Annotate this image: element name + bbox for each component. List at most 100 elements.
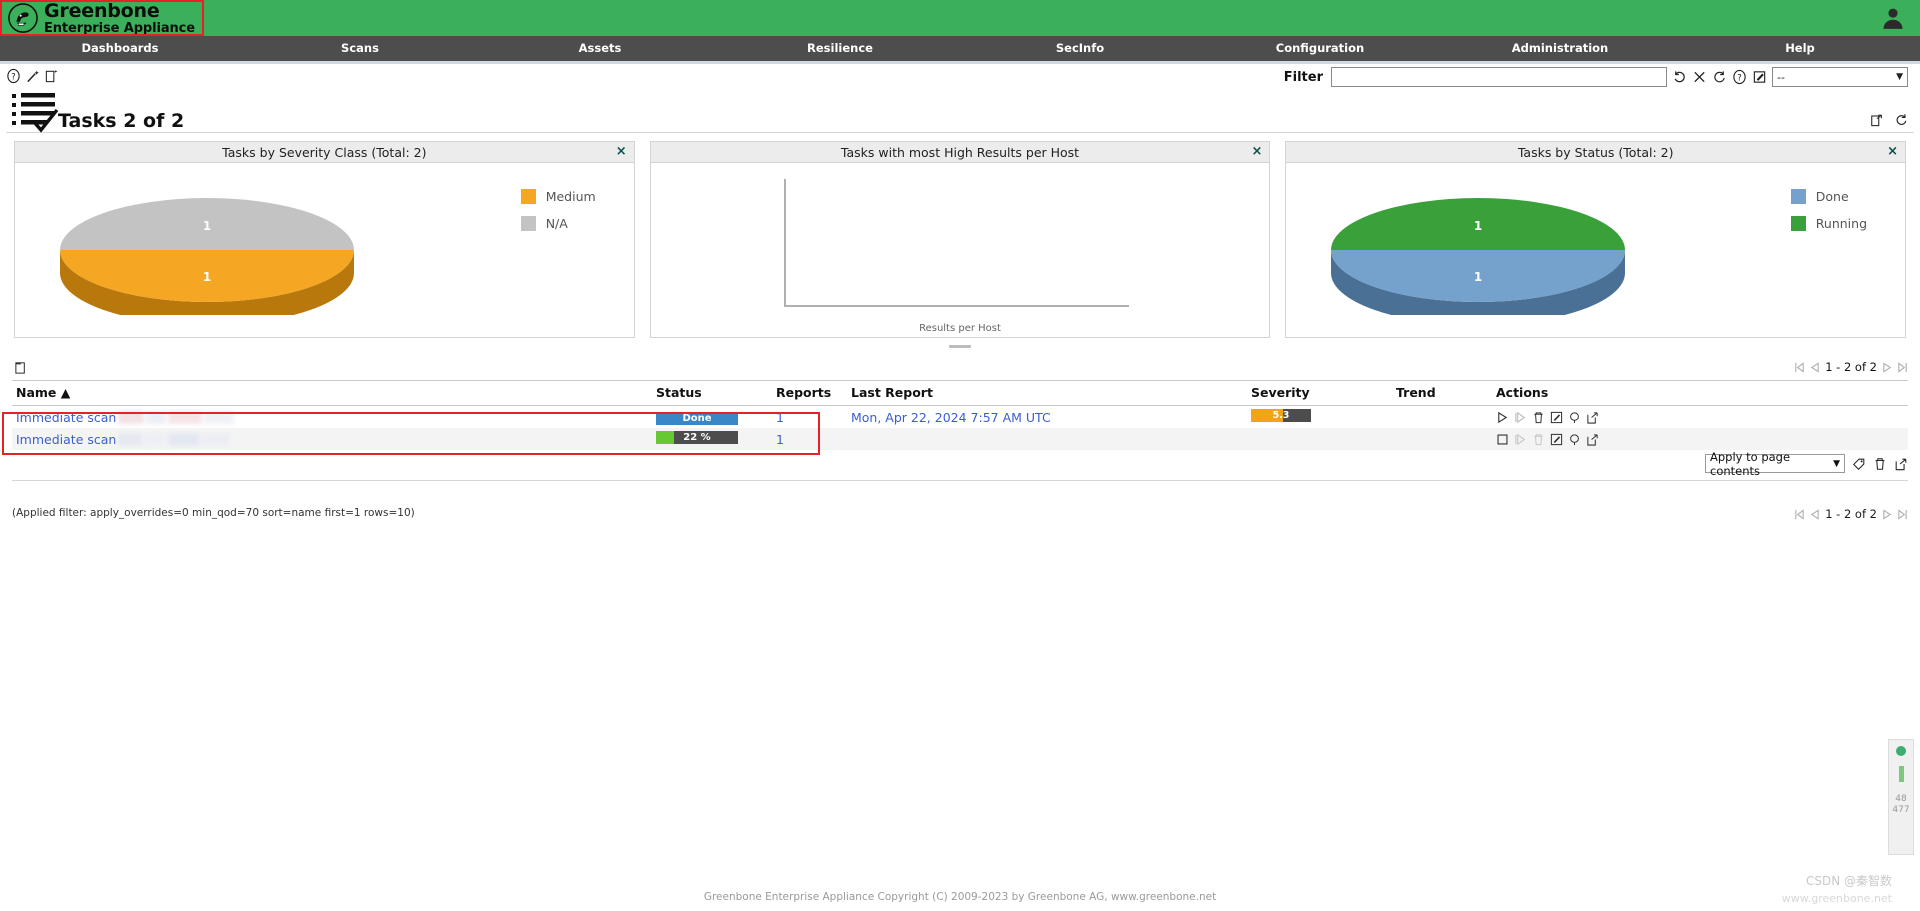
nav-item-resilience[interactable]: Resilience: [720, 36, 960, 61]
edit-task-icon[interactable]: [1550, 411, 1563, 424]
nav-item-scans[interactable]: Scans: [240, 36, 480, 61]
table-row[interactable]: Immediate scan 22 % 1: [12, 428, 1908, 450]
cell-actions: [1492, 428, 1908, 450]
resume-task-icon[interactable]: [1514, 411, 1527, 424]
update-filter-icon[interactable]: [1672, 69, 1687, 85]
legend-item[interactable]: Medium: [520, 189, 596, 204]
column-header-trend[interactable]: Trend: [1392, 380, 1492, 406]
column-header-name[interactable]: Name ▲: [12, 380, 652, 406]
edit-task-icon[interactable]: [1550, 433, 1563, 446]
close-icon[interactable]: ×: [616, 144, 627, 159]
first-page-icon[interactable]: [1794, 361, 1805, 373]
export-selected-icon[interactable]: [1894, 457, 1908, 471]
named-filter-value: --: [1777, 70, 1785, 84]
table-row[interactable]: Immediate scan Done 1 Mon, Apr 22, 2024 …: [12, 406, 1908, 429]
cell-severity: 5.3 (Medium): [1247, 406, 1392, 429]
bulk-actions: Apply to page contents ▼: [1705, 450, 1908, 478]
wizard-wand-icon[interactable]: [25, 68, 40, 84]
remove-filter-icon[interactable]: [1692, 69, 1707, 85]
task-name-link[interactable]: Immediate scan: [16, 432, 116, 447]
nav-item-secinfo[interactable]: SecInfo: [960, 36, 1200, 61]
stop-task-icon[interactable]: [1496, 433, 1509, 446]
filter-bar: Filter ? -- ▼: [1284, 67, 1908, 87]
start-task-icon[interactable]: [1496, 411, 1509, 424]
export-task-icon[interactable]: [1586, 411, 1599, 424]
nav-item-help[interactable]: Help: [1680, 36, 1920, 61]
page-title: Tasks 2 of 2: [58, 110, 185, 132]
status-legend: Done Running: [1790, 189, 1867, 243]
add-tag-icon[interactable]: [1852, 457, 1866, 471]
panel-body: 1 1 Medium N/A: [15, 163, 634, 337]
folder-icon[interactable]: [14, 360, 29, 375]
previous-page-icon[interactable]: [1809, 508, 1820, 520]
reports-count-link[interactable]: 1: [776, 410, 784, 425]
cell-task-name: Immediate scan: [12, 406, 652, 429]
cell-task-name: Immediate scan: [12, 428, 652, 450]
next-page-icon[interactable]: [1882, 508, 1893, 520]
legend-swatch-na: [520, 216, 536, 231]
column-header-reports[interactable]: Reports: [772, 380, 847, 406]
edit-filter-icon[interactable]: [1752, 69, 1767, 85]
reports-count-link[interactable]: 1: [776, 432, 784, 447]
toolbar-row: ? Filter ? -- ▼: [0, 64, 1920, 94]
cell-reports: 1: [772, 428, 847, 450]
user-account-icon[interactable]: [1880, 5, 1906, 31]
task-name-link[interactable]: Immediate scan: [16, 410, 116, 425]
resume-task-icon[interactable]: [1514, 433, 1527, 446]
column-header-status[interactable]: Status: [652, 380, 772, 406]
nav-item-dashboards[interactable]: Dashboards: [0, 36, 240, 61]
refresh-page-icon[interactable]: [1894, 112, 1908, 127]
status-progress-value: 22 %: [683, 432, 711, 443]
export-task-icon[interactable]: [1586, 433, 1599, 446]
main-navigation: Dashboards Scans Assets Resilience SecIn…: [0, 36, 1920, 61]
previous-page-icon[interactable]: [1809, 361, 1820, 373]
panel-header: Tasks by Status (Total: 2) ×: [1286, 142, 1906, 163]
brand-logo[interactable]: Greenbone Enterprise Appliance: [0, 0, 204, 36]
help-filter-icon[interactable]: ?: [1732, 69, 1747, 85]
filter-input[interactable]: [1331, 67, 1667, 87]
new-task-icon[interactable]: [44, 68, 59, 84]
column-header-last-report[interactable]: Last Report: [847, 380, 1247, 406]
reset-filter-icon[interactable]: [1712, 69, 1727, 85]
legend-item[interactable]: Running: [1790, 216, 1867, 231]
named-filter-select[interactable]: -- ▼: [1772, 67, 1908, 87]
last-page-icon[interactable]: [1897, 508, 1908, 520]
redacted-text: [204, 410, 235, 424]
delete-task-icon[interactable]: [1532, 433, 1545, 446]
legend-swatch-medium: [520, 189, 536, 204]
status-badge[interactable]: 22 %: [656, 431, 738, 444]
clone-task-icon[interactable]: [1568, 433, 1581, 446]
nav-item-administration[interactable]: Administration: [1440, 36, 1680, 61]
close-icon[interactable]: ×: [1887, 144, 1898, 159]
app-header: Greenbone Enterprise Appliance: [0, 0, 1920, 36]
legend-item[interactable]: N/A: [520, 216, 596, 231]
legend-item[interactable]: Done: [1790, 189, 1867, 204]
nav-item-assets[interactable]: Assets: [480, 36, 720, 61]
first-page-icon[interactable]: [1794, 508, 1805, 520]
nav-item-configuration[interactable]: Configuration: [1200, 36, 1440, 61]
last-report-link[interactable]: Mon, Apr 22, 2024 7:57 AM UTC: [851, 410, 1051, 425]
redacted-text: [144, 432, 167, 446]
next-page-icon[interactable]: [1882, 361, 1893, 373]
cell-trend: [1392, 406, 1492, 429]
delete-selected-icon[interactable]: [1873, 457, 1887, 471]
clone-task-icon[interactable]: [1568, 411, 1581, 424]
y-axis-line: [783, 179, 786, 307]
last-page-icon[interactable]: [1897, 361, 1908, 373]
column-header-severity[interactable]: Severity: [1247, 380, 1392, 406]
x-axis-label: Results per Host: [919, 323, 1001, 334]
panel-resize-handle[interactable]: [949, 345, 971, 348]
floating-scroll-widget[interactable]: 48 477: [1888, 739, 1914, 855]
help-icon[interactable]: ?: [6, 68, 21, 84]
x-axis-line: [783, 305, 1129, 307]
svg-text:?: ?: [11, 71, 15, 81]
svg-text:1: 1: [1474, 219, 1482, 233]
bulk-scope-select[interactable]: Apply to page contents ▼: [1705, 450, 1845, 478]
chevron-down-icon: ▼: [1833, 458, 1840, 469]
status-badge[interactable]: Done: [656, 412, 738, 425]
redacted-text: [168, 432, 201, 446]
sort-ascending-icon: ▲: [60, 385, 71, 400]
export-page-icon[interactable]: [1870, 112, 1884, 127]
delete-task-icon[interactable]: [1532, 411, 1545, 424]
close-icon[interactable]: ×: [1251, 144, 1262, 159]
